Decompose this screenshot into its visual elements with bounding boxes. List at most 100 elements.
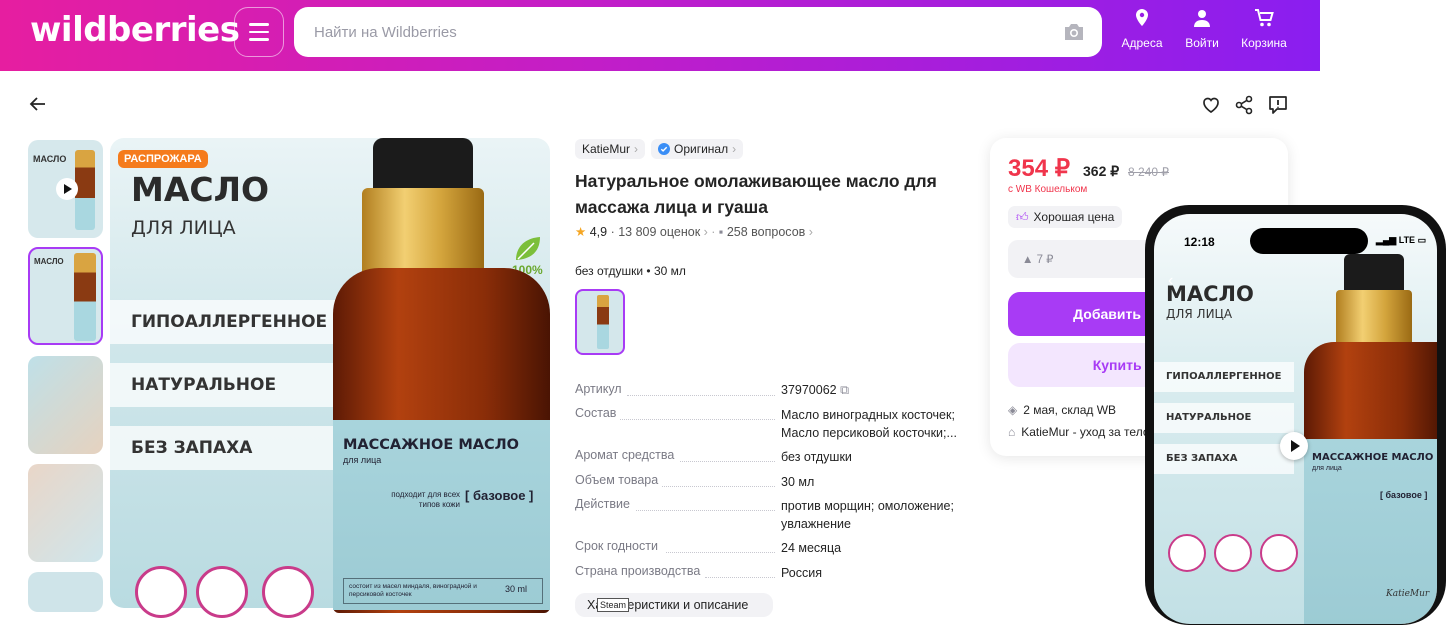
tool-guasha-icon (196, 566, 248, 618)
play-icon (1291, 440, 1300, 452)
good-price-badge[interactable]: 👍︎ Хорошая цена (1008, 206, 1123, 228)
spec-key: Страна производства (575, 564, 701, 578)
spec-key: Аромат средства (575, 448, 675, 462)
seller-row[interactable]: ⌂ KatieMur - уход за телом (1008, 425, 1158, 439)
bottle-title: МАССАЖНОЕ МАСЛО (343, 437, 519, 453)
location-pin-icon (1136, 9, 1148, 26)
addresses-label: Адреса (1121, 36, 1163, 50)
bottle-subtitle: для лица (343, 455, 382, 465)
spec-value: против морщин; омоложение; увлажнение (781, 499, 954, 531)
copy-icon[interactable]: ⧉ (840, 383, 849, 397)
bottle-volume: 30 ml (505, 584, 528, 594)
phone-signal: ▂▄▆ LTE ▭ (1376, 235, 1427, 245)
bottle-base: [ базовое ] (465, 488, 534, 503)
product-title: Натуральное омолаживающее масло для масс… (575, 171, 937, 217)
variant-thumb[interactable] (575, 289, 625, 355)
original-chip[interactable]: Оригинал › (651, 139, 744, 159)
search-input[interactable] (294, 7, 1102, 57)
dynamic-island (1250, 228, 1368, 254)
gallery-thumb-selected[interactable]: МАСЛО (28, 247, 103, 345)
heart-icon[interactable] (1200, 94, 1222, 116)
bottle-dropper (373, 138, 473, 190)
menu-button[interactable] (234, 7, 284, 57)
spec-value: Масло виноградных косточек; Масло персик… (781, 408, 957, 440)
back-arrow-icon[interactable] (28, 94, 48, 114)
spec-key: Объем товара (575, 473, 659, 487)
store-icon: ⌂ (1008, 425, 1016, 439)
video-play-icon (56, 178, 78, 200)
price-old: 8 240 ₽ (1128, 165, 1169, 179)
login-label: Войти (1185, 36, 1219, 50)
wallet-note[interactable]: с WB Кошельком (1008, 184, 1087, 195)
bottle-cap (362, 188, 484, 278)
spec-key: Срок годности (575, 539, 658, 553)
good-price-label: Хорошая цена (1033, 210, 1115, 224)
spec-value: без отдушки (781, 450, 852, 464)
reviews-link[interactable]: 13 809 оценок (618, 225, 700, 239)
phone-feature: ГИПОАЛЛЕРГЕННОЕ (1166, 371, 1282, 382)
menu-icon (249, 23, 269, 26)
gallery-thumb[interactable]: МАСЛО (28, 140, 103, 238)
tooltip: Steam (597, 598, 630, 612)
seller-label: KatieMur - уход за телом (1021, 425, 1158, 439)
spec-leader (627, 395, 775, 396)
leaf-icon (516, 237, 540, 260)
camera-icon[interactable] (1062, 22, 1086, 42)
thumb-bottle (74, 253, 96, 341)
questions-icon: ▪ (718, 225, 724, 239)
spec-value: 24 месяца (781, 541, 842, 555)
phone-brand-sign: KatieMur (1386, 589, 1430, 599)
login-button[interactable]: Войти (1177, 8, 1227, 56)
phone-play-button[interactable] (1280, 432, 1308, 460)
variant-label: без отдушки • 30 мл (575, 264, 686, 278)
phone-bottle-base: [ базовое ] (1380, 490, 1428, 500)
delivery-row: ◈ 2 мая, склад WB (1008, 403, 1116, 417)
share-icon[interactable] (1233, 94, 1255, 116)
report-icon[interactable] (1267, 94, 1289, 116)
spec-leader (705, 577, 775, 578)
questions-link[interactable]: 258 вопросов (727, 225, 805, 239)
addresses-button[interactable]: Адреса (1117, 8, 1167, 56)
thumbs-up-icon: 👍︎ (1016, 209, 1029, 224)
spec-leader (636, 510, 775, 511)
spec-leader (680, 461, 775, 462)
gallery-thumb[interactable] (28, 572, 103, 612)
chevron-right-icon: › (732, 142, 737, 156)
delivery-label: 2 мая, склад WB (1023, 403, 1117, 417)
original-label: Оригинал (674, 142, 729, 156)
brand-name: KatieMur (582, 142, 631, 156)
phone-feature: НАТУРАЛЬНОЕ (1166, 412, 1252, 423)
spec-value: 30 мл (781, 475, 815, 489)
rating-value: 4,9 (589, 225, 608, 239)
spec-leader (666, 552, 775, 553)
phone-mockup: 12:18 ▂▄▆ LTE ▭ ‹ ♡ МАСЛО ДЛЯ ЛИЦА ГИПОА… (1145, 205, 1446, 625)
spec-key: Состав (575, 406, 617, 420)
star-icon: ★ (575, 225, 587, 239)
box-icon: ◈ (1008, 403, 1018, 417)
spec-key: Действие (575, 497, 630, 511)
top-header: wildberries Адреса Войти Корзина (0, 0, 1320, 71)
price-wallet: 354 ₽ (1008, 155, 1070, 182)
spec-leader (620, 419, 775, 420)
thumb-title: МАСЛО (33, 154, 67, 164)
sale-badge: РАСПРОЖАРА (118, 150, 208, 168)
feature-label: НАТУРАЛЬНОЕ (131, 375, 277, 395)
feature-label: БЕЗ ЗАПАХА (131, 438, 253, 458)
tool-jade-roller-icon (262, 566, 314, 618)
spec-value: Россия (781, 566, 822, 580)
user-icon (1194, 10, 1210, 27)
spec-value: 37970062 ⧉ (781, 383, 850, 397)
wildberries-logo[interactable]: wildberries (30, 10, 240, 50)
brand-chip[interactable]: KatieMur › (575, 139, 646, 159)
gallery-thumb[interactable] (28, 464, 103, 562)
cart-button[interactable]: Корзина (1239, 8, 1289, 56)
phone-bottle-title: МАССАЖНОЕ МАСЛО (1312, 452, 1434, 463)
cart-label: Корзина (1241, 36, 1287, 50)
phone-image-subtitle: ДЛЯ ЛИЦА (1166, 307, 1233, 321)
rating-row: ★ 4,9 · 13 809 оценок › · ▪ 258 вопросов… (575, 225, 813, 239)
cart-icon (1255, 9, 1274, 27)
gallery-thumb[interactable] (28, 356, 103, 454)
phone-image-title: МАСЛО (1166, 282, 1254, 306)
verified-icon (658, 143, 670, 155)
thumb-bottle (75, 150, 95, 230)
